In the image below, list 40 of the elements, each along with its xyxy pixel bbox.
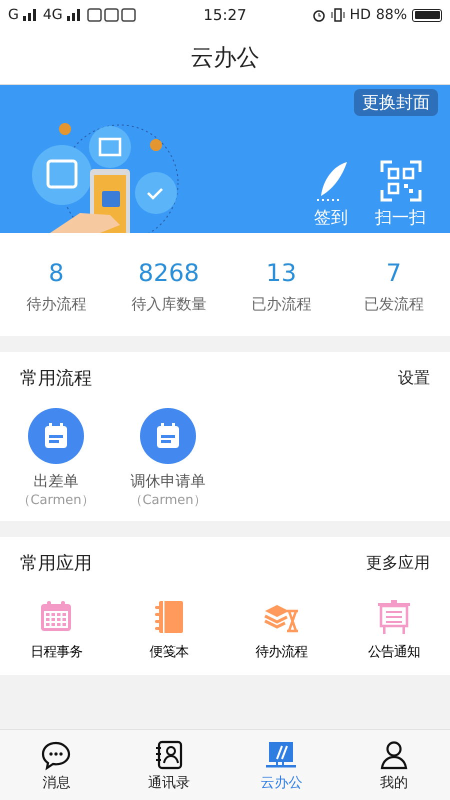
flow-name: 调休申请单 [130,472,206,491]
nav-tab[interactable]: 消息 [0,730,112,800]
signal-icon [66,9,83,21]
signal-icon [22,9,39,21]
section-title: 常用流程 [20,367,92,390]
flow-owner: （Carmen） [129,492,207,509]
settings-link[interactable]: 设置 [398,368,430,388]
more-apps-link[interactable]: 更多应用 [366,552,430,574]
stat-value: 8 [48,259,64,287]
network-label: 4G [42,7,63,23]
flow-name: 出差单 [34,472,78,491]
stat-label: 已发流程 [364,295,424,314]
nav-tab[interactable]: 我的 [338,730,450,800]
app-shortcut[interactable]: 待办流程 [225,597,338,661]
vibrate-icon [330,8,345,22]
change-cover-button[interactable]: 更换封面 [354,89,438,116]
stat-value: 13 [266,259,297,287]
nav-tab[interactable]: 云办公 [225,730,338,800]
app-shortcut[interactable]: 日程事务 [0,597,112,661]
form-icon [43,422,69,450]
nav-tab[interactable]: 通讯录 [112,730,225,800]
qr-scan-icon [380,160,422,202]
stat-label: 已办流程 [251,295,312,314]
app-shortcut[interactable]: 公告通知 [338,597,450,661]
stat-value: 8268 [138,259,200,287]
battery-percent: 88% [376,7,407,23]
form-icon [155,422,181,450]
stat-label: 待办流程 [26,295,86,314]
clock-time: 15:27 [202,6,248,24]
stat-value: 7 [386,259,402,287]
section-title: 常用应用 [20,552,92,575]
alarm-icon [312,8,326,22]
flow-owner: （Carmen） [17,492,95,509]
battery-icon [412,8,442,22]
notification-icons [86,8,137,22]
page-title: 云办公 [0,30,450,85]
network-label: G [8,7,19,23]
stat-label: 待入库数量 [131,295,206,314]
app-shortcut[interactable]: 便笺本 [112,597,225,661]
network-label: HD [350,7,371,23]
